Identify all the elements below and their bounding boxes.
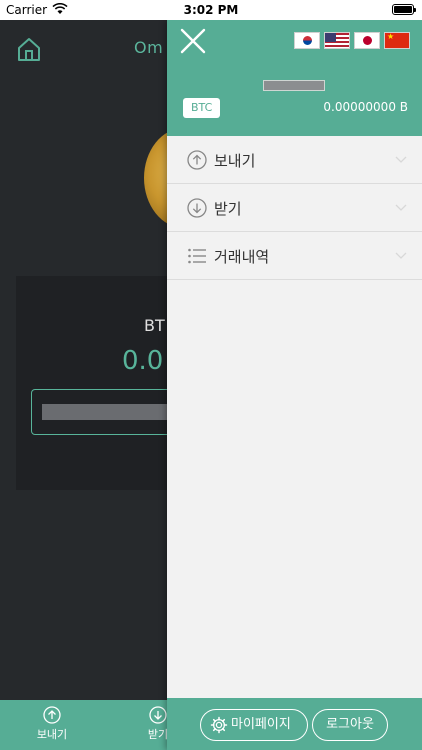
- chevron-down-icon: [395, 252, 407, 259]
- app-title: Om: [134, 38, 164, 57]
- status-bar: Carrier 3:02 PM: [0, 0, 422, 20]
- menu-item-history-label: 거래내역: [214, 248, 270, 266]
- redacted-account-name: [263, 80, 325, 91]
- chevron-down-icon: [395, 204, 407, 211]
- wallet-currency-label: BT: [144, 316, 165, 335]
- arrow-down-circle-icon: [187, 198, 207, 218]
- logout-label: 로그아웃: [326, 717, 374, 732]
- menu-item-send[interactable]: 보내기: [167, 136, 422, 184]
- arrow-down-circle-icon: [149, 706, 167, 724]
- menu-item-receive[interactable]: 받기: [167, 184, 422, 232]
- arrow-up-circle-icon: [43, 706, 61, 724]
- drawer-footer: 마이페이지 로그아웃: [167, 698, 422, 750]
- bottom-nav-receive-label: 받기: [147, 728, 169, 741]
- menu-item-send-label: 보내기: [214, 152, 256, 170]
- clock: 3:02 PM: [183, 3, 239, 17]
- mypage-label: 마이페이지: [231, 717, 291, 732]
- flag-usa-icon[interactable]: [324, 32, 350, 49]
- chevron-down-icon: [395, 156, 407, 163]
- flag-korea-icon[interactable]: [294, 32, 320, 49]
- logout-button[interactable]: 로그아웃: [312, 709, 388, 741]
- balance-value: 0.00000000 B: [323, 100, 408, 114]
- menu-item-history[interactable]: 거래내역: [167, 232, 422, 280]
- gear-icon: [210, 716, 228, 734]
- currency-badge[interactable]: BTC: [183, 98, 221, 118]
- close-icon[interactable]: [179, 27, 207, 55]
- drawer-menu: 보내기 받기 거래내역: [167, 136, 422, 280]
- home-icon[interactable]: [16, 36, 42, 62]
- battery-icon: [392, 4, 416, 15]
- flag-china-icon[interactable]: ★: [384, 32, 410, 49]
- list-icon: [188, 248, 206, 264]
- language-selector: ★: [294, 32, 410, 49]
- menu-item-receive-label: 받기: [214, 200, 242, 218]
- wallet-balance: 0.0: [122, 346, 164, 376]
- side-drawer: ★ BTC 0.00000000 B 보내기 받기 거래내역 마이페이지 로그아…: [167, 20, 422, 750]
- arrow-up-circle-icon: [187, 150, 207, 170]
- bottom-nav-send[interactable]: 보내기: [22, 706, 82, 742]
- bottom-nav-send-label: 보내기: [36, 728, 68, 741]
- mypage-button[interactable]: 마이페이지: [200, 709, 308, 741]
- drawer-header: ★ BTC 0.00000000 B: [167, 20, 422, 136]
- flag-japan-icon[interactable]: [354, 32, 380, 49]
